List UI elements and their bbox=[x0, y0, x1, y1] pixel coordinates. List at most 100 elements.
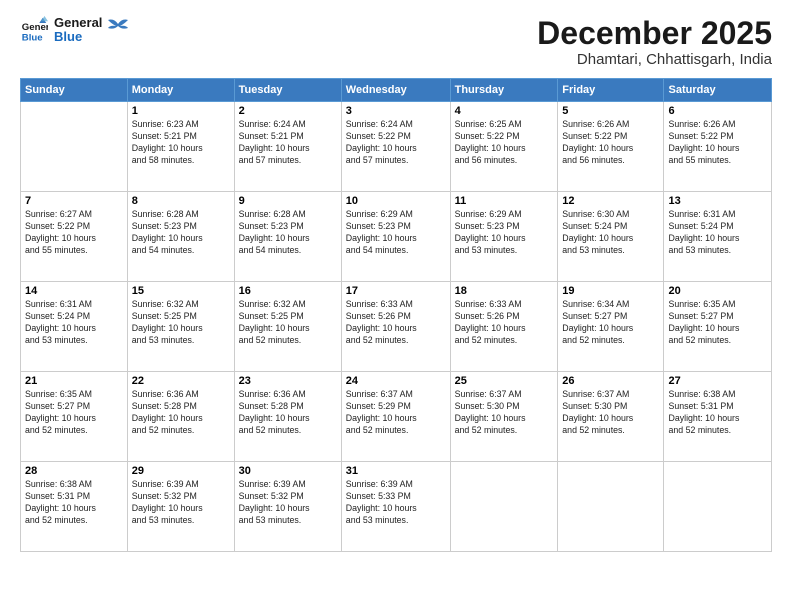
day-info: Sunrise: 6:23 AM Sunset: 5:21 PM Dayligh… bbox=[132, 119, 230, 167]
calendar-cell: 14 Sunrise: 6:31 AM Sunset: 5:24 PM Dayli… bbox=[21, 282, 128, 372]
day-number: 30 bbox=[239, 465, 337, 477]
day-number: 31 bbox=[346, 465, 446, 477]
day-info: Sunrise: 6:32 AM Sunset: 5:25 PM Dayligh… bbox=[132, 299, 230, 347]
calendar-table: Sunday Monday Tuesday Wednesday Thursday… bbox=[20, 78, 772, 552]
day-number: 23 bbox=[239, 375, 337, 387]
logo-blue: Blue bbox=[54, 30, 102, 44]
calendar-cell: 11 Sunrise: 6:29 AM Sunset: 5:23 PM Dayli… bbox=[450, 192, 558, 282]
calendar-header: Sunday Monday Tuesday Wednesday Thursday… bbox=[21, 79, 772, 102]
svg-text:Blue: Blue bbox=[22, 33, 43, 44]
day-info: Sunrise: 6:37 AM Sunset: 5:30 PM Dayligh… bbox=[455, 389, 554, 437]
calendar-cell: 25Sunrise: 6:37 AM Sunset: 5:30 PM Dayli… bbox=[450, 372, 558, 462]
calendar-cell: 30 Sunrise: 6:39 AM Sunset: 5:32 PM Dayli… bbox=[234, 462, 341, 552]
calendar-cell: 10Sunrise: 6:29 AM Sunset: 5:23 PM Dayli… bbox=[341, 192, 450, 282]
calendar-cell: 24Sunrise: 6:37 AM Sunset: 5:29 PM Dayli… bbox=[341, 372, 450, 462]
calendar-cell: 19 Sunrise: 6:34 AM Sunset: 5:27 PM Dayli… bbox=[558, 282, 664, 372]
logo-bird-icon bbox=[108, 16, 128, 36]
header-tuesday: Tuesday bbox=[234, 79, 341, 102]
calendar-cell: 1 Sunrise: 6:23 AM Sunset: 5:21 PM Daylig… bbox=[127, 102, 234, 192]
calendar-cell: 21 Sunrise: 6:35 AM Sunset: 5:27 PM Dayli… bbox=[21, 372, 128, 462]
day-info: Sunrise: 6:39 AM Sunset: 5:32 PM Dayligh… bbox=[239, 479, 337, 527]
day-info: Sunrise: 6:29 AM Sunset: 5:23 PM Dayligh… bbox=[455, 209, 554, 257]
calendar-cell: 16 Sunrise: 6:32 AM Sunset: 5:25 PM Dayli… bbox=[234, 282, 341, 372]
logo-icon: General Blue bbox=[20, 16, 48, 44]
day-info: Sunrise: 6:35 AM Sunset: 5:27 PM Dayligh… bbox=[25, 389, 123, 437]
calendar-cell bbox=[21, 102, 128, 192]
logo-general: General bbox=[54, 16, 102, 30]
calendar-cell: 23Sunrise: 6:36 AM Sunset: 5:28 PM Dayli… bbox=[234, 372, 341, 462]
day-number: 19 bbox=[562, 285, 659, 297]
day-info: Sunrise: 6:28 AM Sunset: 5:23 PM Dayligh… bbox=[132, 209, 230, 257]
calendar-cell: 8Sunrise: 6:28 AM Sunset: 5:23 PM Daylig… bbox=[127, 192, 234, 282]
calendar-week-row: 7 Sunrise: 6:27 AM Sunset: 5:22 PM Daylig… bbox=[21, 192, 772, 282]
day-number: 2 bbox=[239, 105, 337, 117]
day-info: Sunrise: 6:31 AM Sunset: 5:24 PM Dayligh… bbox=[668, 209, 767, 257]
day-number: 11 bbox=[455, 195, 554, 207]
day-info: Sunrise: 6:38 AM Sunset: 5:31 PM Dayligh… bbox=[668, 389, 767, 437]
day-number: 7 bbox=[25, 195, 123, 207]
day-number: 22 bbox=[132, 375, 230, 387]
day-info: Sunrise: 6:36 AM Sunset: 5:28 PM Dayligh… bbox=[132, 389, 230, 437]
day-info: Sunrise: 6:26 AM Sunset: 5:22 PM Dayligh… bbox=[562, 119, 659, 167]
calendar-cell bbox=[450, 462, 558, 552]
day-info: Sunrise: 6:33 AM Sunset: 5:26 PM Dayligh… bbox=[346, 299, 446, 347]
day-number: 29 bbox=[132, 465, 230, 477]
day-number: 18 bbox=[455, 285, 554, 297]
calendar-week-row: 28Sunrise: 6:38 AM Sunset: 5:31 PM Dayli… bbox=[21, 462, 772, 552]
day-info: Sunrise: 6:39 AM Sunset: 5:33 PM Dayligh… bbox=[346, 479, 446, 527]
calendar-cell: 2 Sunrise: 6:24 AM Sunset: 5:21 PM Daylig… bbox=[234, 102, 341, 192]
day-number: 20 bbox=[668, 285, 767, 297]
day-number: 6 bbox=[668, 105, 767, 117]
logo: General Blue General Blue bbox=[20, 16, 128, 45]
day-info: Sunrise: 6:39 AM Sunset: 5:32 PM Dayligh… bbox=[132, 479, 230, 527]
title-block: December 2025 Dhamtari, Chhattisgarh, In… bbox=[537, 16, 772, 68]
header-friday: Friday bbox=[558, 79, 664, 102]
header-saturday: Saturday bbox=[664, 79, 772, 102]
calendar-cell: 22 Sunrise: 6:36 AM Sunset: 5:28 PM Dayli… bbox=[127, 372, 234, 462]
day-info: Sunrise: 6:33 AM Sunset: 5:26 PM Dayligh… bbox=[455, 299, 554, 347]
day-info: Sunrise: 6:26 AM Sunset: 5:22 PM Dayligh… bbox=[668, 119, 767, 167]
day-number: 21 bbox=[25, 375, 123, 387]
day-info: Sunrise: 6:28 AM Sunset: 5:23 PM Dayligh… bbox=[239, 209, 337, 257]
day-number: 15 bbox=[132, 285, 230, 297]
calendar-cell: 27 Sunrise: 6:38 AM Sunset: 5:31 PM Dayli… bbox=[664, 372, 772, 462]
day-info: Sunrise: 6:32 AM Sunset: 5:25 PM Dayligh… bbox=[239, 299, 337, 347]
day-info: Sunrise: 6:25 AM Sunset: 5:22 PM Dayligh… bbox=[455, 119, 554, 167]
day-number: 24 bbox=[346, 375, 446, 387]
day-number: 17 bbox=[346, 285, 446, 297]
day-number: 13 bbox=[668, 195, 767, 207]
day-info: Sunrise: 6:37 AM Sunset: 5:30 PM Dayligh… bbox=[562, 389, 659, 437]
day-number: 4 bbox=[455, 105, 554, 117]
day-info: Sunrise: 6:34 AM Sunset: 5:27 PM Dayligh… bbox=[562, 299, 659, 347]
calendar-cell: 17 Sunrise: 6:33 AM Sunset: 5:26 PM Dayli… bbox=[341, 282, 450, 372]
day-number: 3 bbox=[346, 105, 446, 117]
calendar-cell: 20 Sunrise: 6:35 AM Sunset: 5:27 PM Dayli… bbox=[664, 282, 772, 372]
calendar-cell bbox=[664, 462, 772, 552]
day-number: 16 bbox=[239, 285, 337, 297]
header: General Blue General Blue December 2025 … bbox=[20, 16, 772, 68]
day-number: 14 bbox=[25, 285, 123, 297]
header-thursday: Thursday bbox=[450, 79, 558, 102]
calendar-cell: 7 Sunrise: 6:27 AM Sunset: 5:22 PM Daylig… bbox=[21, 192, 128, 282]
day-info: Sunrise: 6:24 AM Sunset: 5:22 PM Dayligh… bbox=[346, 119, 446, 167]
svg-text:General: General bbox=[22, 22, 48, 33]
calendar-cell: 13 Sunrise: 6:31 AM Sunset: 5:24 PM Dayli… bbox=[664, 192, 772, 282]
header-monday: Monday bbox=[127, 79, 234, 102]
day-info: Sunrise: 6:38 AM Sunset: 5:31 PM Dayligh… bbox=[25, 479, 123, 527]
weekday-header-row: Sunday Monday Tuesday Wednesday Thursday… bbox=[21, 79, 772, 102]
day-info: Sunrise: 6:31 AM Sunset: 5:24 PM Dayligh… bbox=[25, 299, 123, 347]
day-number: 1 bbox=[132, 105, 230, 117]
day-info: Sunrise: 6:27 AM Sunset: 5:22 PM Dayligh… bbox=[25, 209, 123, 257]
day-number: 27 bbox=[668, 375, 767, 387]
day-info: Sunrise: 6:29 AM Sunset: 5:23 PM Dayligh… bbox=[346, 209, 446, 257]
calendar-cell: 6 Sunrise: 6:26 AM Sunset: 5:22 PM Daylig… bbox=[664, 102, 772, 192]
calendar-week-row: 14 Sunrise: 6:31 AM Sunset: 5:24 PM Dayli… bbox=[21, 282, 772, 372]
calendar-cell: 28Sunrise: 6:38 AM Sunset: 5:31 PM Dayli… bbox=[21, 462, 128, 552]
calendar-cell: 18 Sunrise: 6:33 AM Sunset: 5:26 PM Dayli… bbox=[450, 282, 558, 372]
calendar-week-row: 1 Sunrise: 6:23 AM Sunset: 5:21 PM Daylig… bbox=[21, 102, 772, 192]
calendar-cell: 5Sunrise: 6:26 AM Sunset: 5:22 PM Daylig… bbox=[558, 102, 664, 192]
day-info: Sunrise: 6:24 AM Sunset: 5:21 PM Dayligh… bbox=[239, 119, 337, 167]
day-info: Sunrise: 6:35 AM Sunset: 5:27 PM Dayligh… bbox=[668, 299, 767, 347]
page: General Blue General Blue December 2025 … bbox=[0, 0, 792, 612]
day-number: 12 bbox=[562, 195, 659, 207]
